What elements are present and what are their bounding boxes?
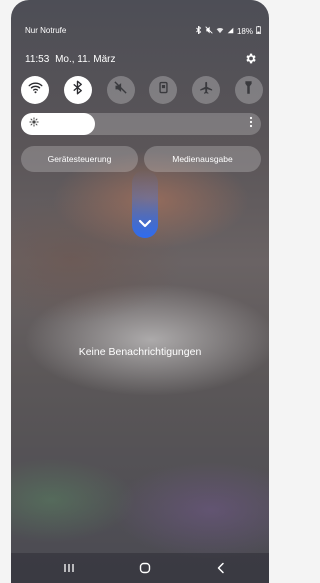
device-control-button[interactable]: Gerätesteuerung <box>21 146 138 172</box>
empty-notifications-message: Keine Benachrichtigungen <box>78 346 202 358</box>
expand-handle[interactable] <box>132 170 158 238</box>
rotation-lock-icon <box>156 80 171 100</box>
date-time-row: 11:53 Mo., 11. März <box>25 52 257 68</box>
chevron-down-icon <box>132 216 158 234</box>
bluetooth-icon <box>70 80 85 100</box>
airplane-mode-toggle[interactable] <box>192 76 221 104</box>
rotation-lock-toggle[interactable] <box>149 76 178 104</box>
bluetooth-toggle[interactable] <box>63 76 92 104</box>
carrier-label: Nur Notrufe <box>25 26 67 35</box>
battery-icon <box>256 26 261 36</box>
flashlight-toggle[interactable] <box>234 76 263 104</box>
more-vertical-icon[interactable] <box>249 116 253 132</box>
sound-toggle[interactable] <box>106 76 135 104</box>
battery-percent: 18% <box>236 26 253 36</box>
signal-icon <box>227 27 234 36</box>
notification-shade: Nur Notrufe 18% 11:53 Mo., 11. März Gerä… <box>11 0 269 583</box>
wifi-toggle[interactable] <box>21 76 49 104</box>
wifi-icon <box>28 80 43 100</box>
mute-icon <box>113 80 128 100</box>
status-bar: Nur Notrufe 18% <box>25 25 261 38</box>
mute-icon <box>205 26 213 36</box>
media-output-button[interactable]: Medienausgabe <box>144 146 261 172</box>
gear-icon[interactable] <box>244 52 257 68</box>
date-label: Mo., 11. März <box>55 54 116 65</box>
shortcut-pills: Gerätesteuerung Medienausgabe <box>21 146 261 172</box>
status-icons: 18% <box>195 25 261 36</box>
navigation-bar <box>11 553 269 583</box>
home-icon[interactable] <box>133 560 157 576</box>
clock: 11:53 <box>25 54 50 65</box>
quick-settings-row <box>21 76 263 104</box>
brightness-slider[interactable] <box>21 113 261 135</box>
back-icon[interactable] <box>209 560 233 576</box>
sun-icon <box>29 117 39 130</box>
flashlight-icon <box>241 80 256 100</box>
wifi-icon <box>216 27 224 36</box>
bluetooth-icon <box>195 25 202 36</box>
airplane-icon <box>199 80 214 100</box>
recents-icon[interactable] <box>57 560 81 576</box>
